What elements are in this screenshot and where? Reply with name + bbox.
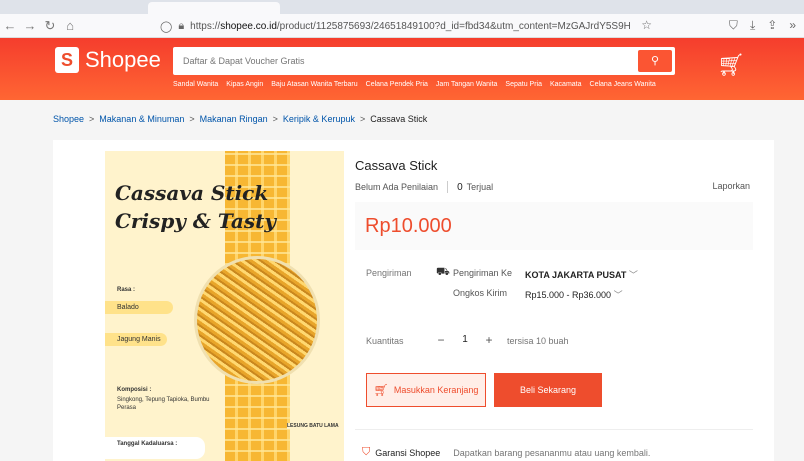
search-suggestion-link[interactable]: Baju Atasan Wanita Terbaru [271, 81, 357, 88]
search-suggestion-link[interactable]: Sandal Wanita [173, 81, 218, 88]
guarantee-shield-icon: ⛉ [362, 446, 371, 458]
breadcrumb-item[interactable]: Shopee [53, 114, 84, 124]
shopee-guarantee[interactable]: ⛉ Garansi Shopee Dapatkan barang pesanan… [362, 446, 650, 459]
quantity-label: Kuantitas [366, 336, 404, 346]
rating-text[interactable]: Belum Ada Penilaian [355, 182, 438, 192]
back-icon[interactable]: ← [0, 18, 20, 33]
download-icon[interactable]: ⤓ [750, 18, 755, 33]
cart-icon[interactable]: 🛒︎ [717, 52, 745, 78]
image-expiry-pill: Tanggal Kadaluarsa : [105, 437, 205, 459]
chevron-down-icon: ﹀ [628, 270, 638, 280]
browser-toolbar: ← → ↻ ⌂ ◯ 🔒︎ https://shopee.co.id/produc… [0, 14, 804, 38]
search-suggestion-link[interactable]: Kipas Angin [226, 81, 263, 88]
image-komposisi-text: Singkong, Tepung Tapioka, Bumbu Perasa [117, 397, 210, 411]
product-price: Rp10.000 [365, 215, 452, 237]
add-to-cart-button[interactable]: 🛒︎ Masukkan Keranjang [366, 373, 486, 407]
chevron-down-icon: ﹀ [613, 290, 623, 300]
product-title: Cassava Stick [355, 158, 438, 173]
quantity-input[interactable]: 1 [451, 330, 479, 350]
search-icon: ⚲ [650, 55, 660, 67]
image-flavor-pill: Balado [105, 301, 173, 314]
search-suggestion-link[interactable]: Celana Pendek Pria [366, 81, 428, 88]
stock-text: tersisa 10 buah [507, 336, 569, 346]
home-icon[interactable]: ⌂ [60, 18, 80, 33]
shipping-cost-dropdown[interactable]: Rp15.000 - Rp36.000 ﹀ [525, 288, 623, 301]
image-title: Cassava Stick Crispy & Tasty [115, 181, 276, 233]
address-bar[interactable]: ◯ 🔒︎ https://shopee.co.id/product/112587… [160, 17, 660, 35]
search-suggestion-link[interactable]: Jam Tangan Wanita [436, 81, 497, 88]
ship-to-dropdown[interactable]: KOTA JAKARTA PUSAT ﹀ [525, 268, 638, 281]
search-input[interactable] [173, 47, 633, 75]
browser-tab[interactable] [148, 2, 280, 14]
site-header: S Shopee ⚲ Sandal Wanita Kipas Angin Baju … [0, 38, 804, 100]
shopee-bag-icon: S [55, 47, 79, 73]
reload-icon[interactable]: ↻ [40, 18, 60, 34]
product-card: Cassava Stick Crispy & Tasty Rasa : Bala… [53, 140, 774, 461]
search-button[interactable]: ⚲ [638, 50, 672, 72]
pocket-icon[interactable]: ⛉ [729, 18, 738, 33]
breadcrumb-item[interactable]: Makanan Ringan [200, 114, 268, 124]
sold-count: 0 [457, 181, 463, 193]
breadcrumb-item[interactable]: Makanan & Minuman [99, 114, 184, 124]
image-komposisi-label: Komposisi : [117, 387, 152, 393]
browser-tab-strip [0, 0, 804, 14]
url-text: https://shopee.co.id/product/1125875693/… [190, 20, 631, 32]
overflow-icon[interactable]: » [789, 18, 796, 33]
extensions-icon[interactable]: ⇪ [767, 18, 777, 33]
quantity-decrease-button[interactable]: − [431, 330, 451, 350]
logo-text: Shopee [85, 47, 161, 72]
search-suggestion-link[interactable]: Sepatu Pria [505, 81, 542, 88]
ship-to-label: Pengiriman Ke [453, 268, 513, 278]
image-flavor-pill: Jagung Manis [105, 333, 167, 346]
shipping-cost-label: Ongkos Kirim [453, 288, 508, 298]
buy-now-button[interactable]: Beli Sekarang [494, 373, 602, 407]
forward-icon[interactable]: → [20, 18, 40, 33]
cart-plus-icon: 🛒︎ [373, 383, 389, 397]
product-image[interactable]: Cassava Stick Crispy & Tasty Rasa : Bala… [105, 151, 344, 461]
breadcrumb: Shopee > Makanan & Minuman > Makanan Ringa… [53, 114, 428, 124]
divider [355, 429, 753, 430]
search-suggestion-link[interactable]: Celana Jeans Wanita [590, 81, 656, 88]
truck-icon: ⛟ [436, 266, 450, 278]
quantity-stepper: − 1 + [431, 330, 499, 350]
price-box: Rp10.000 [355, 202, 753, 250]
lock-icon: 🔒︎ [178, 19, 185, 32]
shopee-logo[interactable]: S Shopee [55, 47, 161, 73]
rating-row: Belum Ada Penilaian 0 Terjual [355, 181, 493, 193]
image-brand-stamp: LESUNG BATU LAMA [287, 423, 339, 429]
sold-label: Terjual [466, 182, 494, 192]
search-bar: ⚲ [173, 47, 675, 75]
breadcrumb-current: Cassava Stick [370, 114, 428, 124]
quantity-increase-button[interactable]: + [479, 330, 499, 350]
image-rasa-label: Rasa : [117, 287, 136, 293]
search-suggestion-link[interactable]: Kacamata [550, 81, 582, 88]
search-suggestions: Sandal Wanita Kipas Angin Baju Atasan Wani… [173, 81, 656, 88]
cassava-fries-illustration [197, 259, 317, 381]
shield-icon: ◯ [160, 20, 173, 33]
report-link[interactable]: Laporkan [712, 181, 750, 191]
breadcrumb-item[interactable]: Keripik & Kerupuk [283, 114, 355, 124]
star-icon[interactable]: ☆ [641, 18, 652, 32]
shipping-label: Pengiriman [366, 268, 412, 278]
